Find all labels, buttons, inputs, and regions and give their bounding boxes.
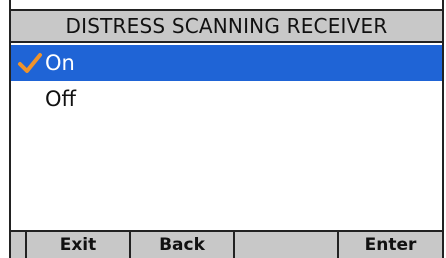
- exit-softkey[interactable]: Exit: [27, 232, 131, 258]
- screen-title: DISTRESS SCANNING RECEIVER: [11, 9, 442, 43]
- display-screen: DISTRESS SCANNING RECEIVER On Off Exit B…: [9, 0, 444, 258]
- back-softkey[interactable]: Back: [131, 232, 235, 258]
- softkey-blank-left: [11, 232, 27, 258]
- checkmark-icon: [18, 53, 42, 73]
- option-on[interactable]: On: [11, 45, 442, 81]
- option-off[interactable]: Off: [11, 81, 442, 117]
- option-list: On Off: [11, 45, 442, 117]
- softkey-bar: Exit Back Enter: [11, 230, 442, 258]
- option-label: On: [45, 51, 75, 75]
- enter-softkey[interactable]: Enter: [339, 232, 442, 258]
- softkey-blank: [235, 232, 339, 258]
- option-label: Off: [45, 87, 76, 111]
